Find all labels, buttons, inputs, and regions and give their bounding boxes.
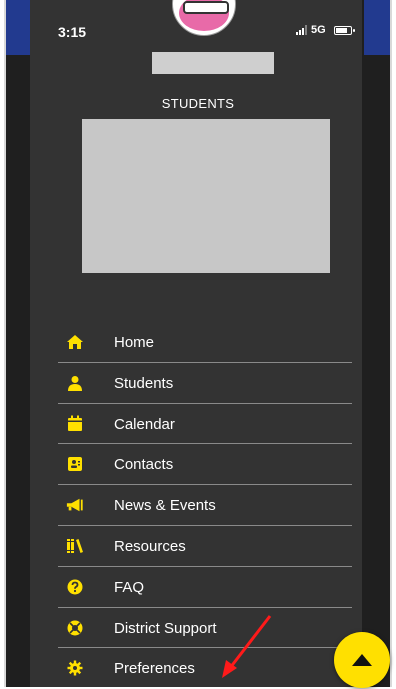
- contact-card-icon: [66, 455, 84, 473]
- menu-label-resources: Resources: [114, 537, 186, 555]
- books-icon: [66, 537, 84, 555]
- menu-item-news-events[interactable]: News & Events: [58, 485, 352, 526]
- life-ring-icon: [66, 619, 84, 637]
- menu-label-preferences: Preferences: [114, 660, 195, 678]
- gear-icon: [66, 659, 84, 677]
- menu-label-news-events: News & Events: [114, 497, 216, 515]
- signal-icon: [296, 25, 307, 35]
- menu-label-district-support: District Support: [114, 619, 217, 637]
- question-icon: [66, 578, 84, 596]
- megaphone-icon: [66, 496, 84, 514]
- status-time: 3:15: [58, 24, 87, 40]
- drawer-menu: Home Students Calendar Contacts News & E…: [58, 322, 352, 689]
- person-icon: [66, 374, 84, 392]
- menu-label-calendar: Calendar: [114, 415, 175, 433]
- menu-label-contacts: Contacts: [114, 456, 174, 474]
- menu-item-calendar[interactable]: Calendar: [58, 404, 352, 445]
- menu-item-home[interactable]: Home: [58, 322, 352, 363]
- menu-label-faq: FAQ: [114, 578, 145, 596]
- network-label: 5G: [311, 24, 326, 36]
- home-icon: [66, 333, 84, 351]
- battery-icon: [333, 25, 355, 35]
- menu-label-home: Home: [114, 334, 155, 351]
- redacted-student-photo: [82, 119, 330, 273]
- app-header-background-right: [364, 0, 390, 55]
- menu-item-contacts[interactable]: Contacts: [58, 444, 352, 486]
- redacted-student-name: [152, 52, 274, 74]
- menu-item-district-support[interactable]: District Support: [58, 608, 352, 649]
- red-arrow-annotation: [222, 615, 272, 678]
- app-header-background: [6, 0, 32, 55]
- calendar-icon: [66, 415, 84, 433]
- menu-item-resources[interactable]: Resources: [58, 526, 352, 567]
- menu-item-students[interactable]: Students: [58, 363, 352, 404]
- section-title: STUDENTS: [161, 96, 235, 111]
- menu-label-students: Students: [114, 374, 174, 392]
- caret-up-icon: [352, 654, 372, 666]
- status-indicators: 5G: [296, 24, 355, 36]
- avatar-bandage: [183, 1, 229, 14]
- menu-item-faq[interactable]: FAQ: [58, 567, 352, 608]
- scroll-up-button[interactable]: [334, 632, 390, 688]
- menu-item-preferences[interactable]: Preferences: [58, 648, 352, 689]
